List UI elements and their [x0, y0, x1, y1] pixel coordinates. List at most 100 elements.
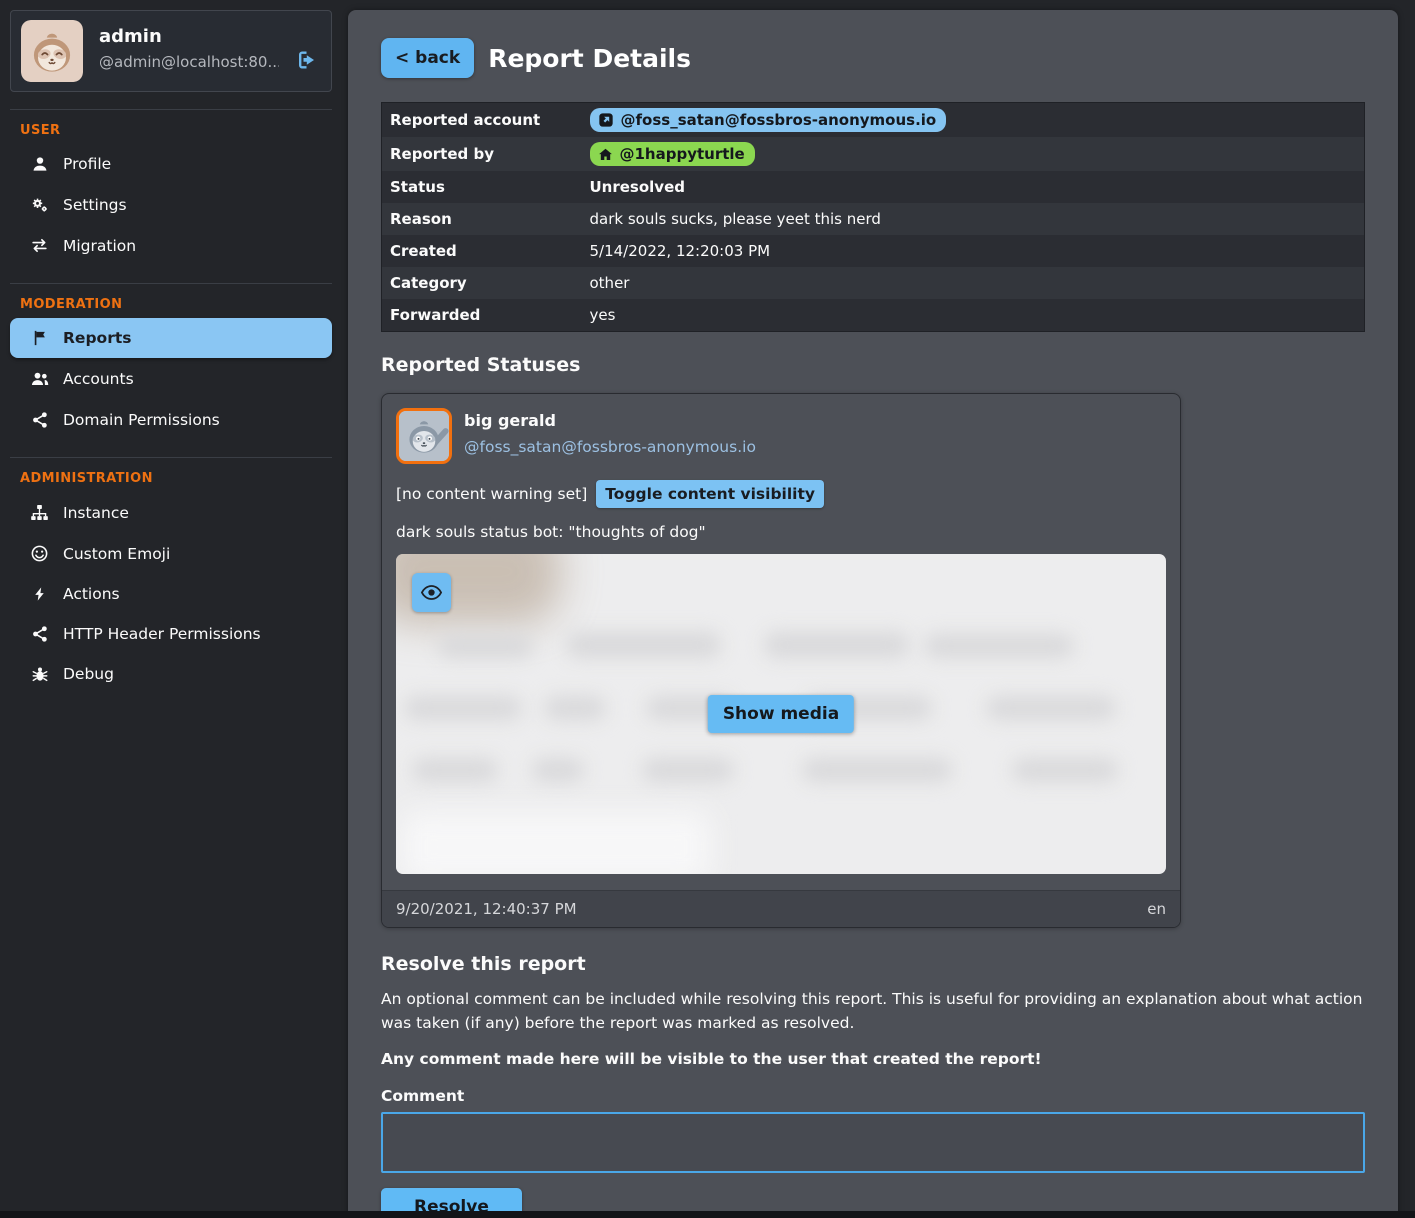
sidebar-section-user: USER Profile	[10, 109, 332, 266]
resolve-heading: Resolve this report	[381, 953, 1365, 975]
content-warning-row: [no content warning set] Toggle content …	[396, 480, 1166, 508]
media-blur-blob	[532, 758, 584, 782]
row-label: Reported account	[382, 103, 582, 138]
sidebar-item-accounts[interactable]: Accounts	[10, 358, 332, 400]
sidebar-item-label: Custom Emoji	[63, 545, 170, 563]
media-blur-blob	[802, 758, 952, 782]
header-row: < back Report Details	[381, 38, 1365, 78]
sitemap-icon	[29, 503, 50, 522]
sidebar-section-administration: ADMINISTRATION Instance	[10, 457, 332, 694]
sidebar-item-label: Instance	[63, 504, 129, 522]
sidebar-item-label: Domain Permissions	[63, 411, 220, 429]
show-media-button[interactable]: Show media	[708, 695, 854, 733]
row-label: Forwarded	[382, 299, 582, 332]
forwarded-value: yes	[582, 299, 1365, 332]
toggle-content-visibility-button[interactable]: Toggle content visibility	[596, 480, 824, 508]
table-row: Created 5/14/2022, 12:20:03 PM	[382, 235, 1365, 267]
row-label: Reason	[382, 203, 582, 235]
reported-by-badge[interactable]: @1happyturtle	[590, 142, 755, 166]
status-language: en	[1147, 900, 1166, 918]
flag-icon	[29, 329, 50, 347]
logout-icon[interactable]	[294, 48, 318, 72]
media-blur-blob	[401, 812, 711, 874]
media-blur-blob	[438, 634, 533, 658]
sidebar-item-label: Settings	[63, 196, 127, 214]
sloth-avatar	[396, 408, 452, 464]
back-button[interactable]: < back	[381, 38, 474, 78]
report-details-panel: < back Report Details Reported account @…	[348, 10, 1398, 1218]
category-value: other	[582, 267, 1365, 299]
row-label: Category	[382, 267, 582, 299]
sidebar-item-migration[interactable]: Migration	[10, 225, 332, 266]
sidebar-item-custom-emoji[interactable]: Custom Emoji	[10, 533, 332, 574]
media-blur-blob	[642, 758, 734, 782]
bottom-strip	[0, 1211, 1415, 1218]
content-warning-text: [no content warning set]	[396, 485, 587, 503]
row-label: Reported by	[382, 137, 582, 171]
users-icon	[29, 369, 50, 389]
sidebar: admin @admin@localhost:80... USER	[10, 10, 332, 694]
sidebar-item-domain-permissions[interactable]: Domain Permissions	[10, 400, 332, 440]
sloth-avatar	[21, 20, 83, 82]
app-layout: admin @admin@localhost:80... USER	[0, 0, 1415, 1218]
reported-account-handle: @foss_satan@fossbros-anonymous.io	[621, 111, 937, 129]
table-row: Reported account @foss_satan@fossbros-an…	[382, 103, 1365, 138]
smiley-icon	[29, 544, 50, 563]
status-timestamp: 9/20/2021, 12:40:37 PM	[396, 900, 577, 918]
reported-account-badge[interactable]: @foss_satan@fossbros-anonymous.io	[590, 108, 947, 132]
status-handle[interactable]: @foss_satan@fossbros-anonymous.io	[464, 438, 756, 456]
sidebar-item-profile[interactable]: Profile	[10, 144, 332, 184]
media-blur-blob	[764, 632, 909, 658]
transfer-arrows-icon	[29, 236, 50, 255]
media-blur-blob	[412, 758, 498, 782]
sidebar-item-label: Profile	[63, 155, 111, 173]
external-link-icon	[598, 112, 614, 128]
media-blur-blob	[404, 696, 522, 720]
sidebar-item-label: Accounts	[63, 370, 134, 388]
status-card: big gerald @foss_satan@fossbros-anonymou…	[381, 393, 1181, 928]
status-media-blurred[interactable]: Show media	[396, 554, 1166, 874]
section-label: MODERATION	[10, 297, 332, 318]
comment-textarea[interactable]	[381, 1112, 1365, 1173]
table-row: Category other	[382, 267, 1365, 299]
sidebar-item-http-header-permissions[interactable]: HTTP Header Permissions	[10, 614, 332, 654]
user-handle: @admin@localhost:80...	[99, 53, 279, 71]
gears-icon	[29, 195, 50, 214]
user-card[interactable]: admin @admin@localhost:80...	[10, 10, 332, 92]
sidebar-item-reports[interactable]: Reports	[10, 318, 332, 358]
reason-value: dark souls sucks, please yeet this nerd	[582, 203, 1365, 235]
sidebar-item-label: Actions	[63, 585, 120, 603]
resolve-description: An optional comment can be included whil…	[381, 987, 1365, 1035]
status-header: big gerald @foss_satan@fossbros-anonymou…	[396, 408, 1166, 464]
page-title: Report Details	[488, 44, 691, 73]
row-label: Created	[382, 235, 582, 267]
table-row: Reported by @1happyturtle	[382, 137, 1365, 171]
sidebar-item-settings[interactable]: Settings	[10, 184, 332, 225]
sidebar-item-debug[interactable]: Debug	[10, 654, 332, 694]
sidebar-item-label: Debug	[63, 665, 114, 683]
media-blur-blob	[924, 634, 1074, 658]
share-nodes-icon	[29, 625, 50, 643]
user-name: admin	[99, 26, 279, 47]
table-row: Reason dark souls sucks, please yeet thi…	[382, 203, 1365, 235]
status-display-name: big gerald	[464, 411, 756, 430]
media-blur-blob	[566, 632, 721, 658]
bug-icon	[29, 665, 50, 683]
table-row: Forwarded yes	[382, 299, 1365, 332]
sidebar-item-instance[interactable]: Instance	[10, 492, 332, 533]
created-value: 5/14/2022, 12:20:03 PM	[582, 235, 1365, 267]
status-footer: 9/20/2021, 12:40:37 PM en	[382, 890, 1180, 927]
sidebar-item-label: Reports	[63, 329, 131, 347]
eye-icon	[420, 581, 443, 604]
hide-media-eye-button[interactable]	[412, 573, 451, 612]
reported-statuses-heading: Reported Statuses	[381, 354, 1365, 376]
row-label: Status	[382, 171, 582, 203]
comment-label: Comment	[381, 1087, 1365, 1105]
section-label: ADMINISTRATION	[10, 471, 332, 492]
media-blur-blob	[1012, 758, 1118, 782]
media-blur-blob	[544, 696, 606, 720]
sidebar-item-label: Migration	[63, 237, 136, 255]
sidebar-item-actions[interactable]: Actions	[10, 574, 332, 614]
house-icon	[598, 147, 613, 162]
sidebar-item-label: HTTP Header Permissions	[63, 625, 261, 643]
